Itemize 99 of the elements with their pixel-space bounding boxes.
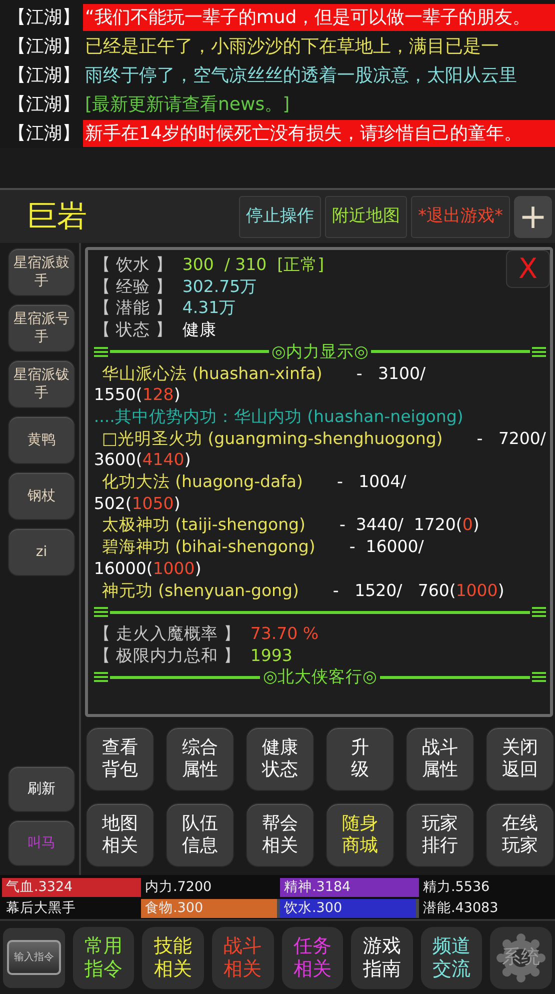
panel-text: ) [174, 384, 180, 406]
npc-button[interactable]: 星宿派号手 [8, 304, 75, 352]
panel-text: 1050 [132, 492, 174, 514]
menu-button[interactable]: 频道 交流 [420, 926, 482, 988]
panel-text: 0 [462, 514, 473, 536]
stat-value: 302.75万 [182, 276, 258, 298]
skill-name: 神元功 (shenyuan-gong) [100, 580, 299, 602]
header-button[interactable]: 附近地图 [325, 196, 407, 238]
divider-title: ◎内力显示◎ [270, 340, 370, 363]
skill-name: □光明圣火功 (guangming-shenghuogong) [100, 428, 443, 450]
stat-text: 精力.5536 [422, 878, 490, 898]
header-button[interactable]: 停止操作 [239, 196, 321, 238]
stat-text: 气血.3324 [5, 878, 73, 898]
stat-text: 潜能.43083 [422, 899, 498, 918]
action-button[interactable]: 随身 商城 [326, 803, 394, 867]
chat-message: [最新更新请查看news。] [85, 94, 290, 115]
action-button[interactable]: 地图 相关 [86, 803, 154, 867]
action-button[interactable]: 在线 玩家 [486, 803, 554, 867]
action-button[interactable]: 关闭 返回 [486, 727, 554, 791]
npc-button[interactable]: 星宿派鼓手 [8, 248, 75, 296]
stat-value: 73.70 % [250, 622, 319, 645]
stat-value: 300 / 310 [正常] [182, 254, 324, 276]
skill-name: 华山派心法 (huashan-xinfa) [100, 362, 322, 384]
panel-text: ) [184, 449, 191, 472]
stat-value: 4.31万 [182, 297, 236, 320]
panel-text: - 1004/ [336, 471, 406, 493]
stat-value: 1993 [250, 644, 292, 666]
chat-message: 雨终于停了，空气凉丝丝的透着一股凉意，太阳从云里 [85, 65, 517, 86]
panel-text: - 1520/ 760( [332, 580, 456, 602]
panel-text: ) [194, 558, 202, 580]
menu-button[interactable]: 战斗 相关 [212, 926, 274, 988]
panel-text: 1000 [152, 558, 195, 580]
menu-button[interactable]: 游戏 指南 [351, 926, 413, 988]
triple-line-icon [532, 346, 546, 357]
triple-line-icon [532, 672, 546, 682]
stat-label: 【 饮水 】 [94, 254, 172, 276]
panel-text: 4140 [142, 449, 184, 472]
triple-line-icon [94, 672, 108, 682]
divider-title: ◎北大侠客行◎ [262, 666, 378, 688]
npc-button[interactable]: zi [8, 528, 75, 576]
panel-text: - 3440/ 1720( [339, 514, 462, 536]
npc-button[interactable]: 星宿派钹手 [8, 360, 75, 408]
skill-name: 化功大法 (huagong-dafa) [100, 471, 303, 493]
menu-button[interactable]: 任务 相关 [282, 926, 344, 988]
channel-tag: 【江湖】 [0, 4, 83, 31]
panel-text: 16000( [94, 558, 153, 580]
side-button[interactable]: 刷新 [8, 766, 75, 812]
skill-name: 太极神功 (taiji-shengong) [100, 514, 306, 536]
stat-label: 【 走火入魔概率 】 [94, 622, 240, 645]
chat-message: 新手在14岁的时候死亡没有损失，请珍惜自己的童年。 [85, 123, 522, 144]
add-button[interactable]: + [514, 196, 552, 238]
stat-label: 【 状态 】 [94, 319, 172, 341]
channel-tag: 【江湖】 [0, 62, 83, 89]
panel-text: - 3100/ [356, 362, 426, 384]
panel-text: ) [498, 580, 504, 602]
skill-name: 碧海神功 (bihai-shengong) [100, 536, 316, 558]
channel-tag: 【江湖】 [0, 33, 83, 60]
action-button[interactable]: 队伍 信息 [166, 803, 234, 867]
triple-line-icon [94, 607, 108, 618]
panel-text: - 7200/ [476, 428, 546, 450]
panel-text: 1000 [456, 580, 498, 602]
action-button[interactable]: 帮会 相关 [246, 803, 314, 867]
input-command-button[interactable]: 输入指令 [3, 928, 65, 988]
chat-message: “我们不能玩一辈子的mud，但是可以做一辈子的朋友。 [85, 7, 531, 28]
action-button[interactable]: 查看 背包 [86, 727, 154, 791]
action-button[interactable]: 战斗 属性 [406, 727, 474, 791]
action-button[interactable]: 健康 状态 [246, 727, 314, 791]
skill-note: ....其中优势内功：华山内功 (huashan-neigong) [94, 406, 464, 428]
panel-text: 502( [94, 492, 132, 514]
stat-text: 幕后大黑手 [5, 899, 76, 918]
npc-button[interactable]: 钢杖 [8, 472, 75, 520]
stat-text: 饮水.300 [283, 899, 342, 918]
stat-text: 食物.300 [144, 899, 204, 918]
stat-label: 【 极限内力总和 】 [94, 644, 240, 666]
panel-text: 3600( [94, 449, 142, 472]
player-name: 巨岩 [26, 198, 88, 236]
channel-tag: 【江湖】 [0, 91, 83, 118]
panel-text: 128 [142, 384, 174, 406]
menu-button[interactable]: 常用 指令 [72, 926, 134, 988]
panel-text: 1550( [94, 384, 142, 406]
panel-text: ) [472, 514, 480, 536]
stat-value: 健康 [182, 319, 216, 341]
channel-tag: 【江湖】 [0, 120, 83, 147]
header-button[interactable]: *退出游戏* [411, 196, 510, 238]
action-button[interactable]: 综合 属性 [166, 727, 234, 791]
action-button[interactable]: 玩家 排行 [406, 803, 474, 867]
panel-text: - 16000/ [349, 536, 424, 558]
stat-label: 【 潜能 】 [94, 297, 172, 320]
npc-button[interactable]: 黄鸭 [8, 416, 75, 464]
menu-button[interactable]: 技能 相关 [142, 926, 204, 988]
gear-icon [496, 932, 546, 982]
triple-line-icon [532, 607, 546, 618]
stat-text: 精神.3184 [283, 878, 351, 898]
triple-line-icon [94, 346, 108, 357]
stat-text: 内力.7200 [144, 878, 212, 898]
chat-message: 已经是正午了，小雨沙沙的下在草地上，满目已是一 [85, 36, 499, 57]
action-button[interactable]: 升 级 [326, 727, 394, 791]
panel-text: ) [174, 492, 180, 514]
stat-label: 【 经验 】 [94, 276, 172, 298]
